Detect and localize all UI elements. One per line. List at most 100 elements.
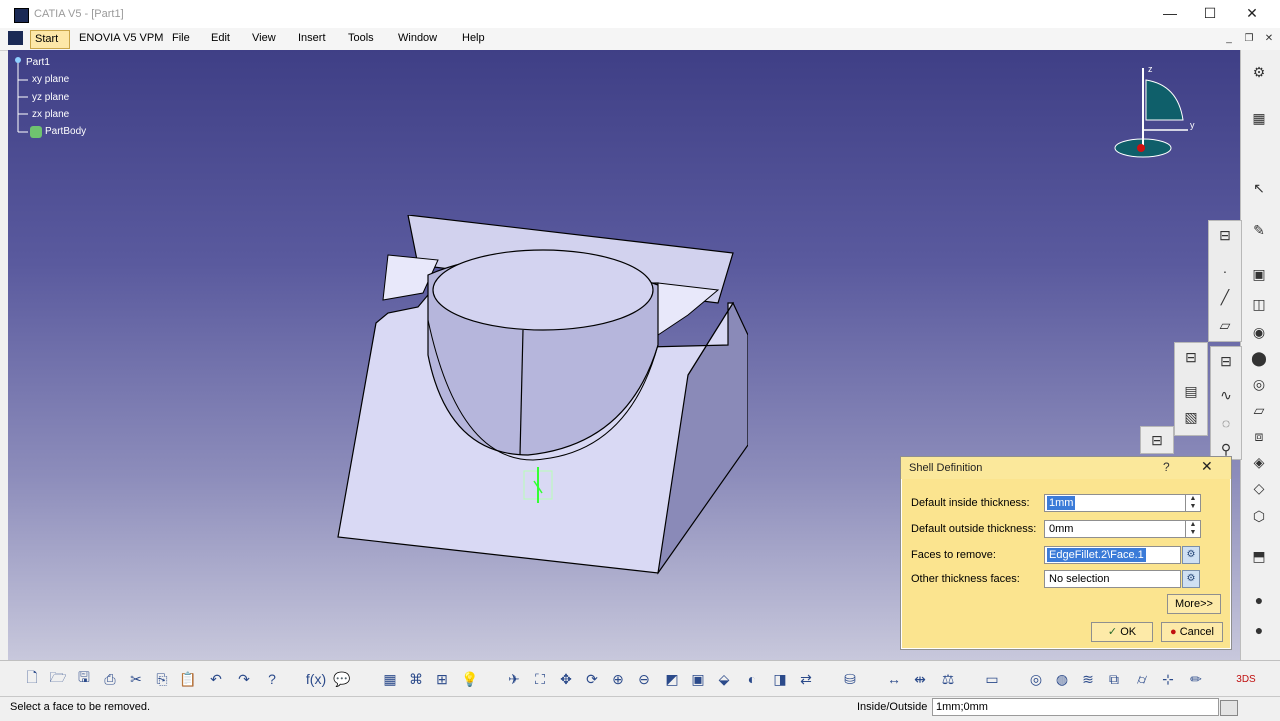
more-button[interactable]: More>>	[1167, 594, 1221, 614]
cube-icon[interactable]: ◈	[1249, 452, 1269, 472]
plane-tool-icon[interactable]: ▱	[1215, 315, 1235, 335]
menu-edit[interactable]: Edit	[211, 32, 230, 44]
material-icon[interactable]: ●	[1249, 590, 1269, 610]
close-button[interactable]: ✕	[1232, 3, 1272, 23]
tree-item-partbody[interactable]: PartBody	[45, 126, 86, 137]
measure-item-icon[interactable]: ⇹	[910, 669, 930, 689]
draft-icon[interactable]: ◇	[1249, 478, 1269, 498]
cut-icon[interactable]: ✂	[126, 669, 146, 689]
doc-minimize-button[interactable]: _	[1222, 33, 1236, 45]
spinner-arrows-icon[interactable]: ▲ ▼	[1185, 495, 1200, 511]
compass-icon[interactable]: z y	[1108, 60, 1198, 170]
cylinder-view-icon[interactable]: ⌭	[1132, 669, 1152, 689]
dialog-help-button[interactable]: ?	[1163, 460, 1170, 474]
tree-item-xy-plane[interactable]: xy plane	[32, 74, 69, 85]
inside-outside-input[interactable]: 1mm;0mm	[932, 698, 1219, 716]
menu-file[interactable]: File	[172, 32, 190, 44]
mass-icon[interactable]: ⚖	[938, 669, 958, 689]
undo-icon[interactable]: ↶	[206, 669, 226, 689]
point-icon[interactable]: ·	[1215, 261, 1235, 281]
copy-icon[interactable]: ⎘	[152, 669, 172, 689]
ring-icon[interactable]: ◎	[1249, 374, 1269, 394]
draw-icon[interactable]: ✏	[1186, 669, 1206, 689]
toolbar-grip-icon[interactable]: ⊟	[1147, 430, 1167, 450]
tree-item-zx-plane[interactable]: zx plane	[32, 109, 69, 120]
apply-material-icon[interactable]: ●	[1249, 620, 1269, 640]
connection-icon[interactable]: ◎	[1026, 669, 1046, 689]
sheet-icon[interactable]: ▦	[1249, 108, 1269, 128]
shell-icon[interactable]: ⬡	[1249, 506, 1269, 526]
pocket-icon[interactable]: ◫	[1249, 294, 1269, 314]
comment-icon[interactable]: 💬	[332, 669, 352, 689]
plane-icon[interactable]: ▱	[1249, 400, 1269, 420]
faces-list-button[interactable]: ⚙	[1182, 546, 1200, 564]
pad-icon[interactable]: ▣	[1249, 264, 1269, 284]
toolbar-grip-icon[interactable]: ⊟	[1216, 351, 1236, 371]
view-icon[interactable]: ▤	[1181, 381, 1201, 401]
tree-item-yz-plane[interactable]: yz plane	[32, 92, 69, 103]
spinner-arrows-icon[interactable]: ▲ ▼	[1185, 521, 1200, 537]
tree-item-part1[interactable]: Part1	[26, 57, 50, 68]
dialog-close-button[interactable]: ✕	[1201, 458, 1213, 475]
layer-icon[interactable]: ⛁	[840, 669, 860, 689]
knowledge-icon[interactable]: ⊞	[432, 669, 452, 689]
axis-icon[interactable]: ⊹	[1158, 669, 1178, 689]
new-icon[interactable]: 🗋	[22, 669, 42, 689]
cancel-button[interactable]: ● Cancel	[1161, 622, 1223, 642]
zoom-out-icon[interactable]: ⊖	[634, 669, 654, 689]
draft-analysis-icon[interactable]: ◍	[1052, 669, 1072, 689]
scale-icon[interactable]: ⧉	[1104, 669, 1124, 689]
whats-this-icon[interactable]: ?	[262, 669, 282, 689]
measure-between-icon[interactable]: ↔	[884, 669, 904, 689]
curvature-icon[interactable]: ≋	[1078, 669, 1098, 689]
part-geometry[interactable]	[328, 215, 748, 575]
toolbar-grip-icon[interactable]: ⊟	[1181, 347, 1201, 367]
open-icon[interactable]: 🗁	[48, 669, 68, 689]
menu-insert[interactable]: Insert	[298, 32, 326, 44]
print-icon[interactable]: ⎙	[100, 669, 120, 689]
bulb-icon[interactable]: 💡	[460, 669, 480, 689]
rotate-icon[interactable]: ⟳	[582, 669, 602, 689]
gear-icon[interactable]: ⚙	[1249, 62, 1269, 82]
menu-window[interactable]: Window	[398, 32, 437, 44]
swap-space-icon[interactable]: ⇄	[796, 669, 816, 689]
paste-icon[interactable]: 📋	[178, 669, 198, 689]
maximize-button[interactable]: ☐	[1190, 3, 1230, 23]
doc-restore-button[interactable]: ❐	[1242, 33, 1256, 45]
hide-show-icon[interactable]: ◨	[770, 669, 790, 689]
outside-thickness-field[interactable]: 0mm ▲ ▼	[1044, 520, 1201, 538]
render-style-icon[interactable]: ▭	[982, 669, 1002, 689]
redo-icon[interactable]: ↷	[234, 669, 254, 689]
normal-view-icon[interactable]: ◩	[662, 669, 682, 689]
other-faces-list-button[interactable]: ⚙	[1182, 570, 1200, 588]
thickness-icon[interactable]: ⬒	[1249, 546, 1269, 566]
line-icon[interactable]: ╱	[1215, 287, 1235, 307]
catalog-icon[interactable]: ▦	[380, 669, 400, 689]
fly-mode-icon[interactable]: ✈	[504, 669, 524, 689]
ok-button[interactable]: ✓ OK	[1091, 622, 1153, 642]
tree-icon[interactable]: ⌘	[406, 669, 426, 689]
render-icon[interactable]: ▧	[1181, 407, 1201, 427]
sketch-icon[interactable]: ✎	[1249, 220, 1269, 240]
cylinder-icon[interactable]: ⬤	[1249, 348, 1269, 368]
pan-icon[interactable]: ✥	[556, 669, 576, 689]
iso-view-icon[interactable]: ⬙	[714, 669, 734, 689]
menu-start[interactable]: Start	[30, 30, 70, 49]
other-thickness-field[interactable]: No selection	[1044, 570, 1181, 588]
menu-view[interactable]: View	[252, 32, 276, 44]
shading-icon[interactable]: ◐	[742, 669, 762, 689]
doc-close-button[interactable]: ✕	[1262, 33, 1276, 45]
minimize-button[interactable]: —	[1150, 3, 1190, 23]
toolbar-grip-icon[interactable]: ⊟	[1215, 225, 1235, 245]
inertia-icon[interactable]: ◌	[1216, 413, 1236, 433]
box-icon[interactable]: ⧈	[1249, 426, 1269, 446]
faces-to-remove-field[interactable]: EdgeFillet.2\Face.1	[1044, 546, 1181, 564]
menu-enovia[interactable]: ENOVIA V5 VPM	[79, 32, 163, 44]
menu-help[interactable]: Help	[462, 32, 485, 44]
fit-all-icon[interactable]: ⛶	[530, 669, 550, 689]
hole-icon[interactable]: ◉	[1249, 322, 1269, 342]
save-icon[interactable]: 🖫	[74, 669, 94, 689]
menu-tools[interactable]: Tools	[348, 32, 374, 44]
command-button[interactable]	[1220, 700, 1238, 716]
formula-icon[interactable]: f(x)	[306, 669, 326, 689]
